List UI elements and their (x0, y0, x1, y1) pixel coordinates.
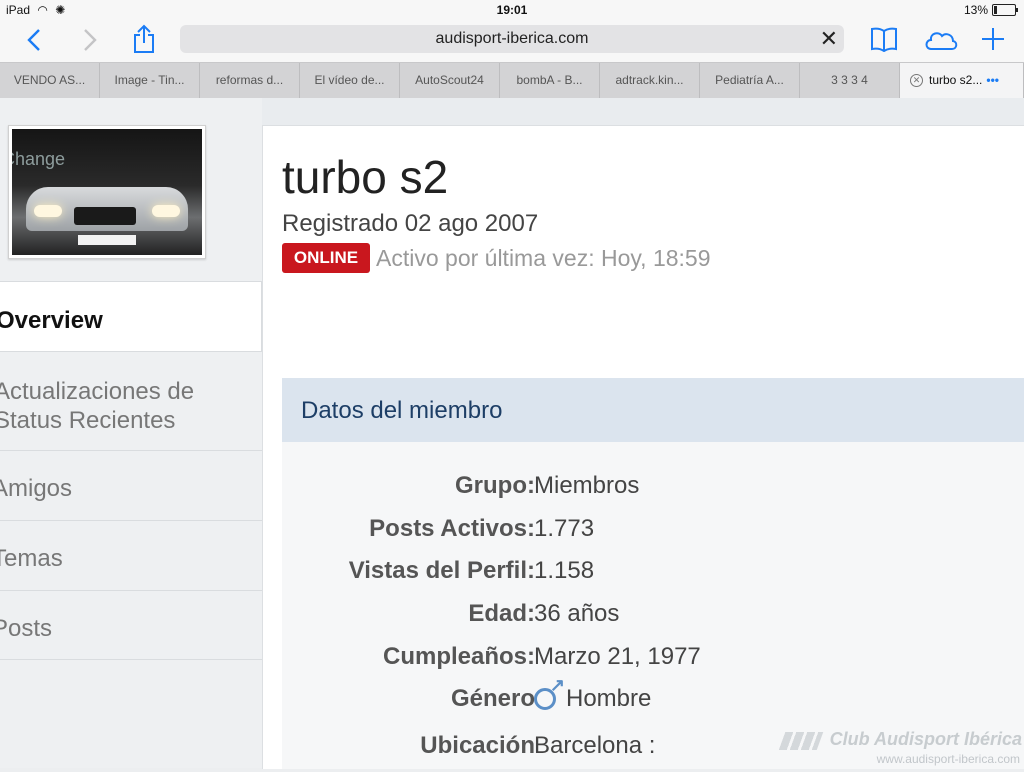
sidebar-item-label: Amigos (0, 475, 73, 502)
clear-icon[interactable]: ✕ (820, 26, 838, 52)
battery-icon (992, 4, 1018, 16)
info-row-gender: Género Hombre (282, 675, 1024, 725)
new-tab-icon[interactable] (980, 26, 1006, 56)
profile-sidebar: Change Overview Actualizaciones de Statu… (0, 98, 262, 768)
more-icon[interactable]: ••• (986, 73, 999, 87)
sidebar-item-label: Actualizaciones de Status Recientes (0, 378, 195, 434)
audisport-logo-icon (778, 732, 824, 750)
info-key: Cumpleaños: (382, 643, 535, 670)
info-value: Barcelona : (534, 732, 656, 759)
info-key: Edad: (468, 600, 535, 627)
info-row-views: Vistas del Perfil: 1.158 (282, 557, 1024, 597)
avatar-image: Change (12, 129, 202, 255)
registration-date: Registrado 02 ago 2007 (282, 210, 539, 237)
watermark-title: Club Audisport Ibérica (829, 729, 1022, 749)
share-icon[interactable] (132, 24, 156, 58)
tab-bar: VENDO AS... Image - Tin... reformas d...… (0, 62, 1024, 99)
tab-active-label: turbo s2... (929, 73, 983, 87)
tab-0[interactable]: VENDO AS... (0, 63, 100, 98)
info-value-gender: Hombre (534, 675, 652, 713)
info-row-grupo: Grupo: Miembros (282, 472, 1024, 512)
info-key: Posts Activos: (369, 515, 535, 542)
sidebar-item-amigos[interactable]: Amigos (0, 450, 262, 520)
tab-6[interactable]: adtrack.kin... (600, 63, 700, 98)
tab-8[interactable]: 3 3 3 4 (800, 63, 900, 98)
site-watermark: Club Audisport Ibérica www.audisport-ibe… (778, 726, 1024, 768)
browser-toolbar: audisport-iberica.com ✕ (0, 20, 1024, 62)
member-panel-title: Datos del miembro (301, 397, 503, 424)
info-key: Vistas del Perfil: (348, 557, 535, 584)
last-active: Activo por última vez: Hoy, 18:59 (376, 245, 711, 271)
info-value: 1.773 (534, 515, 595, 542)
info-row-posts: Posts Activos: 1.773 (282, 515, 1024, 555)
clock: 19:01 (496, 3, 528, 17)
info-value: Miembros (534, 472, 640, 499)
sidebar-item-label: Overview (0, 307, 103, 334)
avatar[interactable]: Change (8, 125, 206, 259)
male-icon (534, 675, 565, 710)
tab-3[interactable]: El vídeo de... (300, 63, 400, 98)
info-key: Grupo: (455, 472, 535, 499)
status-bar: iPad ◠ ✺ 19:01 13% (0, 0, 1024, 20)
page-content: Change Overview Actualizaciones de Statu… (0, 98, 1024, 769)
sidebar-item-overview[interactable]: Overview (0, 281, 262, 351)
battery-status: 13% (963, 3, 1018, 17)
tab-active[interactable]: ✕ turbo s2... ••• (900, 63, 1024, 98)
info-value: 36 años (534, 600, 620, 627)
battery-fill (994, 6, 997, 14)
info-value: 1.158 (534, 557, 595, 584)
sidebar-item-status-updates[interactable]: Actualizaciones de Status Recientes (0, 351, 262, 450)
watermark-url: www.audisport-iberica.com (876, 752, 1020, 766)
url-text: audisport-iberica.com (435, 30, 589, 47)
sidebar-item-label: Posts (0, 615, 53, 642)
bookmarks-icon[interactable] (870, 26, 898, 56)
tab-7[interactable]: Pediatría A... (700, 63, 800, 98)
profile-name: turbo s2 (282, 151, 449, 203)
sidebar-item-label: Temas (0, 545, 63, 572)
address-bar[interactable]: audisport-iberica.com ✕ (180, 25, 844, 53)
tab-2[interactable]: reformas d... (200, 63, 300, 98)
info-value: Marzo 21, 1977 (534, 643, 701, 670)
battery-percent: 13% (963, 3, 988, 17)
info-key: Ubicación (420, 732, 535, 759)
info-key: Género (450, 685, 535, 712)
icloud-tabs-icon[interactable] (922, 28, 960, 56)
info-value: Hombre (566, 685, 652, 712)
info-row-birthday: Cumpleaños: Marzo 21, 1977 (282, 643, 1024, 683)
tab-5[interactable]: bombA - B... (500, 63, 600, 98)
tab-close-icon[interactable]: ✕ (910, 74, 923, 88)
info-row-age: Edad: 36 años (282, 600, 1024, 640)
sidebar-item-temas[interactable]: Temas (0, 520, 262, 590)
avatar-change-link[interactable]: Change (12, 149, 65, 170)
forward-icon[interactable] (82, 27, 98, 57)
tab-1[interactable]: Image - Tin... (100, 63, 200, 98)
back-icon[interactable] (26, 27, 42, 57)
online-badge: ONLINE (282, 243, 370, 273)
tab-4[interactable]: AutoScout24 (400, 63, 500, 98)
member-panel-header: Datos del miembro (282, 378, 1024, 442)
sidebar-item-posts[interactable]: Posts (0, 590, 262, 660)
member-panel-body: Grupo: Miembros Posts Activos: 1.773 Vis… (282, 442, 1024, 769)
profile-main: turbo s2 Registrado 02 ago 2007 ONLINE A… (262, 125, 1024, 769)
